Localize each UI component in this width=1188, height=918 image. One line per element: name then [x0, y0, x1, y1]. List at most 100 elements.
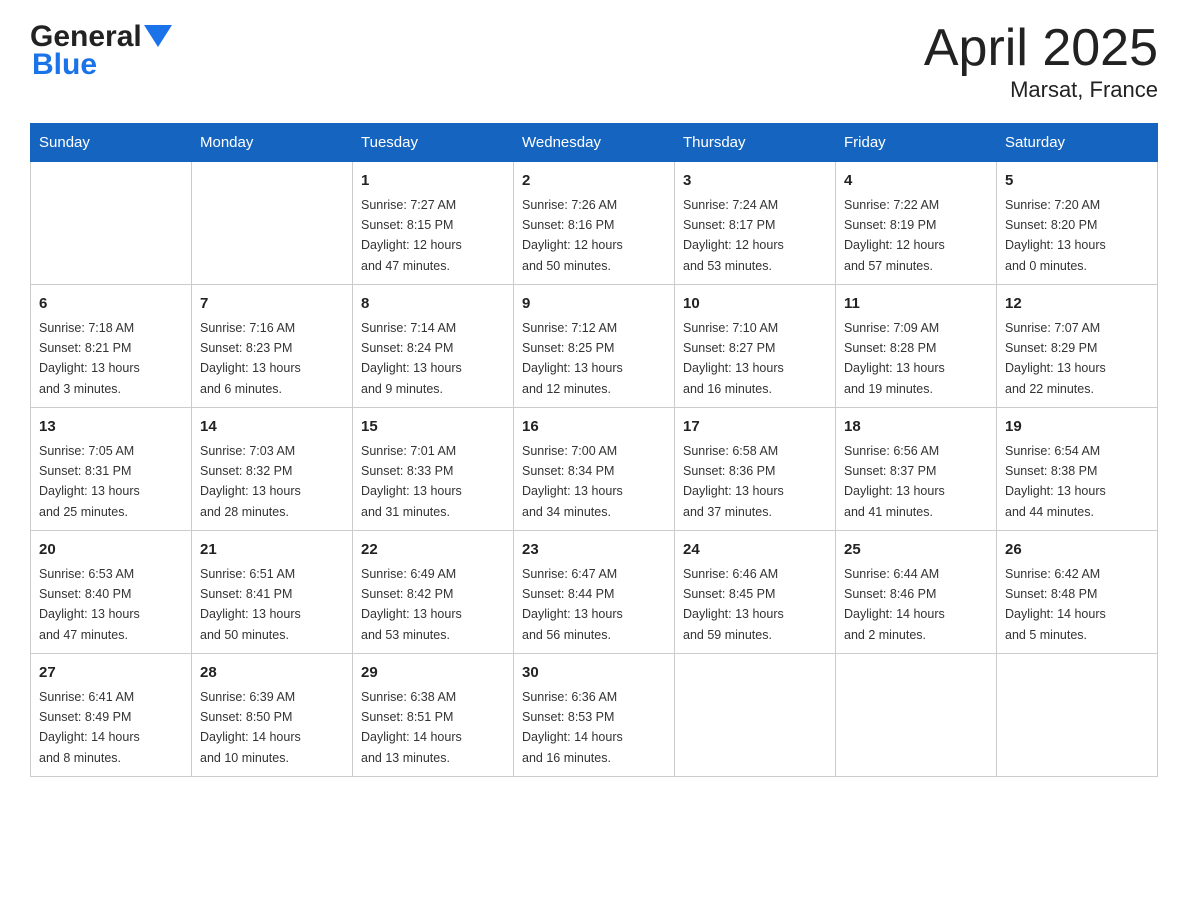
calendar-day-cell: 22 Sunrise: 6:49 AM Sunset: 8:42 PM Dayli…	[353, 531, 514, 654]
day-info: Sunrise: 6:46 AM Sunset: 8:45 PM Dayligh…	[683, 567, 784, 642]
calendar-table: Sunday Monday Tuesday Wednesday Thursday…	[30, 123, 1158, 777]
logo-triangle-icon	[144, 25, 172, 53]
day-info: Sunrise: 7:20 AM Sunset: 8:20 PM Dayligh…	[1005, 198, 1106, 273]
day-info: Sunrise: 6:39 AM Sunset: 8:50 PM Dayligh…	[200, 690, 301, 765]
day-number: 7	[200, 293, 344, 316]
day-number: 24	[683, 539, 827, 562]
calendar-day-cell: 11Sunrise: 7:09 AM Sunset: 8:28 PM Dayli…	[836, 285, 997, 408]
day-number: 20	[39, 539, 183, 562]
day-info: Sunrise: 7:05 AM Sunset: 8:31 PM Dayligh…	[39, 444, 140, 519]
day-number: 18	[844, 416, 988, 439]
calendar-day-cell: 3 Sunrise: 7:24 AM Sunset: 8:17 PM Daylig…	[675, 162, 836, 285]
day-info: Sunrise: 7:22 AM Sunset: 8:19 PM Dayligh…	[844, 198, 945, 273]
day-info: Sunrise: 7:10 AM Sunset: 8:27 PM Dayligh…	[683, 321, 784, 396]
day-info: Sunrise: 6:56 AM Sunset: 8:37 PM Dayligh…	[844, 444, 945, 519]
day-number: 16	[522, 416, 666, 439]
calendar-day-cell: 18 Sunrise: 6:56 AM Sunset: 8:37 PM Dayli…	[836, 408, 997, 531]
calendar-week-row: 27 Sunrise: 6:41 AM Sunset: 8:49 PM Dayli…	[31, 654, 1158, 777]
day-info: Sunrise: 6:53 AM Sunset: 8:40 PM Dayligh…	[39, 567, 140, 642]
calendar-day-cell	[997, 654, 1158, 777]
day-number: 4	[844, 170, 988, 193]
page-header: General Blue April 2025 Marsat, France	[30, 20, 1158, 103]
day-number: 30	[522, 662, 666, 685]
calendar-day-cell: 9 Sunrise: 7:12 AM Sunset: 8:25 PM Daylig…	[514, 285, 675, 408]
day-number: 9	[522, 293, 666, 316]
day-info: Sunrise: 6:41 AM Sunset: 8:49 PM Dayligh…	[39, 690, 140, 765]
day-number: 15	[361, 416, 505, 439]
col-thursday: Thursday	[675, 124, 836, 162]
calendar-day-cell: 17 Sunrise: 6:58 AM Sunset: 8:36 PM Dayli…	[675, 408, 836, 531]
calendar-day-cell: 12Sunrise: 7:07 AM Sunset: 8:29 PM Dayli…	[997, 285, 1158, 408]
day-number: 8	[361, 293, 505, 316]
calendar-day-cell: 4 Sunrise: 7:22 AM Sunset: 8:19 PM Daylig…	[836, 162, 997, 285]
day-info: Sunrise: 7:27 AM Sunset: 8:15 PM Dayligh…	[361, 198, 462, 273]
calendar-day-cell: 24 Sunrise: 6:46 AM Sunset: 8:45 PM Dayli…	[675, 531, 836, 654]
day-info: Sunrise: 6:36 AM Sunset: 8:53 PM Dayligh…	[522, 690, 623, 765]
calendar-day-cell: 23 Sunrise: 6:47 AM Sunset: 8:44 PM Dayli…	[514, 531, 675, 654]
day-info: Sunrise: 7:09 AM Sunset: 8:28 PM Dayligh…	[844, 321, 945, 396]
day-info: Sunrise: 6:42 AM Sunset: 8:48 PM Dayligh…	[1005, 567, 1106, 642]
day-info: Sunrise: 6:54 AM Sunset: 8:38 PM Dayligh…	[1005, 444, 1106, 519]
day-info: Sunrise: 7:12 AM Sunset: 8:25 PM Dayligh…	[522, 321, 623, 396]
calendar-week-row: 1 Sunrise: 7:27 AM Sunset: 8:15 PM Daylig…	[31, 162, 1158, 285]
calendar-day-cell: 13 Sunrise: 7:05 AM Sunset: 8:31 PM Dayli…	[31, 408, 192, 531]
day-number: 27	[39, 662, 183, 685]
calendar-day-cell: 21Sunrise: 6:51 AM Sunset: 8:41 PM Dayli…	[192, 531, 353, 654]
calendar-day-cell: 30 Sunrise: 6:36 AM Sunset: 8:53 PM Dayli…	[514, 654, 675, 777]
day-info: Sunrise: 6:47 AM Sunset: 8:44 PM Dayligh…	[522, 567, 623, 642]
col-sunday: Sunday	[31, 124, 192, 162]
day-number: 28	[200, 662, 344, 685]
calendar-day-cell: 6 Sunrise: 7:18 AM Sunset: 8:21 PM Daylig…	[31, 285, 192, 408]
calendar-day-cell: 19 Sunrise: 6:54 AM Sunset: 8:38 PM Dayli…	[997, 408, 1158, 531]
day-number: 13	[39, 416, 183, 439]
calendar-day-cell: 20 Sunrise: 6:53 AM Sunset: 8:40 PM Dayli…	[31, 531, 192, 654]
day-number: 5	[1005, 170, 1149, 193]
col-monday: Monday	[192, 124, 353, 162]
calendar-day-cell: 1 Sunrise: 7:27 AM Sunset: 8:15 PM Daylig…	[353, 162, 514, 285]
calendar-day-cell: 25Sunrise: 6:44 AM Sunset: 8:46 PM Dayli…	[836, 531, 997, 654]
page-subtitle: Marsat, France	[924, 77, 1158, 103]
day-number: 1	[361, 170, 505, 193]
day-info: Sunrise: 7:18 AM Sunset: 8:21 PM Dayligh…	[39, 321, 140, 396]
day-info: Sunrise: 7:24 AM Sunset: 8:17 PM Dayligh…	[683, 198, 784, 273]
day-number: 22	[361, 539, 505, 562]
calendar-day-cell	[192, 162, 353, 285]
calendar-day-cell: 14Sunrise: 7:03 AM Sunset: 8:32 PM Dayli…	[192, 408, 353, 531]
calendar-week-row: 20 Sunrise: 6:53 AM Sunset: 8:40 PM Dayli…	[31, 531, 1158, 654]
col-saturday: Saturday	[997, 124, 1158, 162]
day-info: Sunrise: 7:16 AM Sunset: 8:23 PM Dayligh…	[200, 321, 301, 396]
calendar-day-cell: 2 Sunrise: 7:26 AM Sunset: 8:16 PM Daylig…	[514, 162, 675, 285]
day-number: 10	[683, 293, 827, 316]
day-number: 3	[683, 170, 827, 193]
day-number: 2	[522, 170, 666, 193]
day-number: 6	[39, 293, 183, 316]
day-info: Sunrise: 7:00 AM Sunset: 8:34 PM Dayligh…	[522, 444, 623, 519]
day-number: 25	[844, 539, 988, 562]
col-tuesday: Tuesday	[353, 124, 514, 162]
col-wednesday: Wednesday	[514, 124, 675, 162]
day-number: 17	[683, 416, 827, 439]
day-number: 29	[361, 662, 505, 685]
calendar-day-cell: 27 Sunrise: 6:41 AM Sunset: 8:49 PM Dayli…	[31, 654, 192, 777]
calendar-day-cell: 29 Sunrise: 6:38 AM Sunset: 8:51 PM Dayli…	[353, 654, 514, 777]
day-info: Sunrise: 7:07 AM Sunset: 8:29 PM Dayligh…	[1005, 321, 1106, 396]
day-number: 14	[200, 416, 344, 439]
day-info: Sunrise: 6:38 AM Sunset: 8:51 PM Dayligh…	[361, 690, 462, 765]
calendar-day-cell	[675, 654, 836, 777]
day-info: Sunrise: 6:58 AM Sunset: 8:36 PM Dayligh…	[683, 444, 784, 519]
calendar-week-row: 13 Sunrise: 7:05 AM Sunset: 8:31 PM Dayli…	[31, 408, 1158, 531]
calendar-day-cell: 5 Sunrise: 7:20 AM Sunset: 8:20 PM Daylig…	[997, 162, 1158, 285]
logo: General Blue	[30, 20, 172, 82]
day-info: Sunrise: 6:49 AM Sunset: 8:42 PM Dayligh…	[361, 567, 462, 642]
day-info: Sunrise: 7:14 AM Sunset: 8:24 PM Dayligh…	[361, 321, 462, 396]
col-friday: Friday	[836, 124, 997, 162]
calendar-day-cell: 26Sunrise: 6:42 AM Sunset: 8:48 PM Dayli…	[997, 531, 1158, 654]
day-number: 19	[1005, 416, 1149, 439]
calendar-day-cell	[31, 162, 192, 285]
day-number: 23	[522, 539, 666, 562]
day-info: Sunrise: 7:26 AM Sunset: 8:16 PM Dayligh…	[522, 198, 623, 273]
calendar-day-cell: 7 Sunrise: 7:16 AM Sunset: 8:23 PM Daylig…	[192, 285, 353, 408]
day-info: Sunrise: 7:01 AM Sunset: 8:33 PM Dayligh…	[361, 444, 462, 519]
calendar-day-cell: 28 Sunrise: 6:39 AM Sunset: 8:50 PM Dayli…	[192, 654, 353, 777]
page-title: April 2025	[924, 20, 1158, 77]
